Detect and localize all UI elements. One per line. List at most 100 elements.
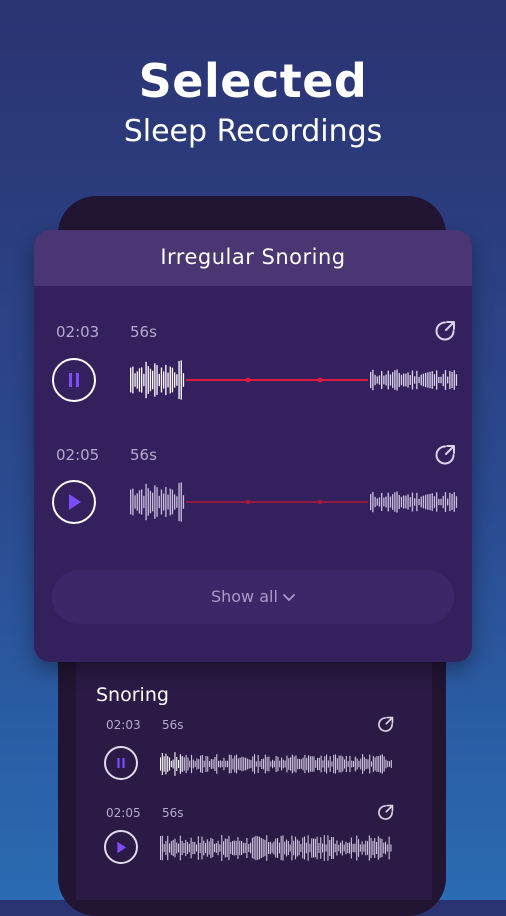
waveform-bar: [179, 835, 181, 861]
waveform-bar: [356, 835, 358, 861]
hero-subtitle: Sleep Recordings: [123, 114, 383, 149]
waveform-bar: [383, 756, 385, 772]
waveform-bar: [167, 835, 169, 861]
recording-duration: 56s: [130, 323, 157, 341]
waveform-bar: [331, 761, 333, 767]
waveform-bar: [389, 761, 391, 767]
waveform-bar: [143, 373, 145, 387]
waveform-bar: [147, 488, 149, 516]
waveform-bar: [316, 836, 318, 860]
waveform-bar: [376, 841, 378, 855]
waveform-bar: [291, 835, 293, 861]
waveform-bar: [167, 756, 169, 772]
waveform-bar: [141, 489, 143, 515]
waveform-bar: [266, 756, 268, 772]
waveform-bar: [340, 842, 342, 854]
waveform-bar: [356, 758, 358, 770]
waveform[interactable]: [158, 742, 394, 786]
waveform-bar: [308, 755, 310, 773]
waveform-bar: [188, 843, 190, 853]
waveform-bar: [255, 761, 257, 767]
waveform-bar: [365, 758, 367, 770]
pause-button[interactable]: [52, 358, 96, 402]
waveform-bar: [138, 490, 141, 514]
waveform-bar: [359, 844, 361, 852]
waveform-bar: [221, 760, 223, 768]
waveform-bar: [418, 376, 420, 384]
waveform-bar: [174, 752, 176, 776]
waveform-bar: [385, 759, 387, 769]
waveform-bar: [275, 838, 277, 858]
play-button[interactable]: [52, 480, 96, 524]
waveform-bar: [345, 755, 347, 773]
waveform-bar: [205, 755, 207, 773]
waveform-bar: [176, 842, 178, 854]
waveform-bar: [361, 841, 363, 855]
waveform-bar: [203, 840, 205, 856]
waveform-bar: [409, 497, 411, 507]
waveform-bar: [414, 376, 416, 384]
waveform-bar: [372, 491, 374, 513]
waveform-bar: [183, 757, 185, 771]
waveform-bar: [263, 758, 265, 770]
waveform-bar: [156, 487, 158, 517]
waveform-bar: [165, 840, 167, 856]
waveform-bar: [309, 843, 311, 853]
waveform[interactable]: [128, 350, 458, 410]
waveform-bar: [165, 753, 167, 775]
waveform-bar: [241, 840, 243, 856]
waveform-bar: [181, 840, 183, 856]
waveform-bar: [325, 844, 327, 852]
waveform-bar: [254, 754, 256, 774]
waveform-bar: [237, 758, 239, 770]
waveform-bar: [284, 841, 286, 855]
waveform-bar: [374, 496, 376, 508]
waveform-bar: [385, 496, 387, 508]
waveform-bar: [336, 840, 338, 856]
share-icon[interactable]: [377, 804, 394, 821]
waveform-bar: [343, 844, 345, 852]
waveform-bar: [378, 375, 381, 385]
share-icon[interactable]: [377, 716, 394, 733]
waveform-bar: [223, 757, 225, 771]
waveform-bar: [396, 369, 398, 391]
waveform-bar: [154, 485, 156, 519]
waveform-bar: [323, 835, 325, 861]
play-button[interactable]: [104, 830, 138, 864]
waveform-bar: [246, 758, 248, 770]
waveform-bar: [268, 842, 270, 854]
waveform-bar: [145, 361, 147, 399]
waveform-bar: [374, 374, 376, 386]
waveform-bar: [363, 844, 365, 852]
waveform[interactable]: [158, 826, 394, 870]
waveform-bar: [427, 372, 429, 388]
waveform-bar: [411, 492, 414, 512]
waveform-bar: [270, 761, 272, 767]
share-icon[interactable]: [434, 320, 456, 342]
waveform-bar: [425, 372, 427, 388]
waveform-bar: [210, 759, 212, 769]
waveform-bar: [141, 367, 143, 393]
pause-button[interactable]: [104, 746, 138, 780]
waveform-bar: [405, 495, 407, 509]
waveform-bar: [327, 760, 329, 768]
waveform-bar: [380, 755, 382, 773]
waveform-bar: [178, 482, 180, 522]
waveform-bar: [244, 842, 246, 854]
waveform-bar: [298, 840, 300, 856]
waveform-bar: [383, 497, 385, 507]
waveform-bar: [194, 761, 196, 767]
waveform-bar: [266, 835, 268, 861]
waveform-bar: [349, 755, 351, 773]
pause-icon: [69, 373, 79, 387]
waveform-bar: [170, 760, 172, 768]
show-all-button[interactable]: Show all: [52, 570, 454, 624]
waveform[interactable]: [128, 472, 458, 532]
waveform-bar: [409, 375, 411, 385]
waveform-bar: [167, 372, 169, 388]
share-icon[interactable]: [434, 444, 456, 466]
waveform-bar: [299, 758, 301, 770]
waveform-bar: [160, 757, 162, 771]
waveform-bar: [178, 843, 180, 853]
waveform-bar: [273, 760, 275, 768]
